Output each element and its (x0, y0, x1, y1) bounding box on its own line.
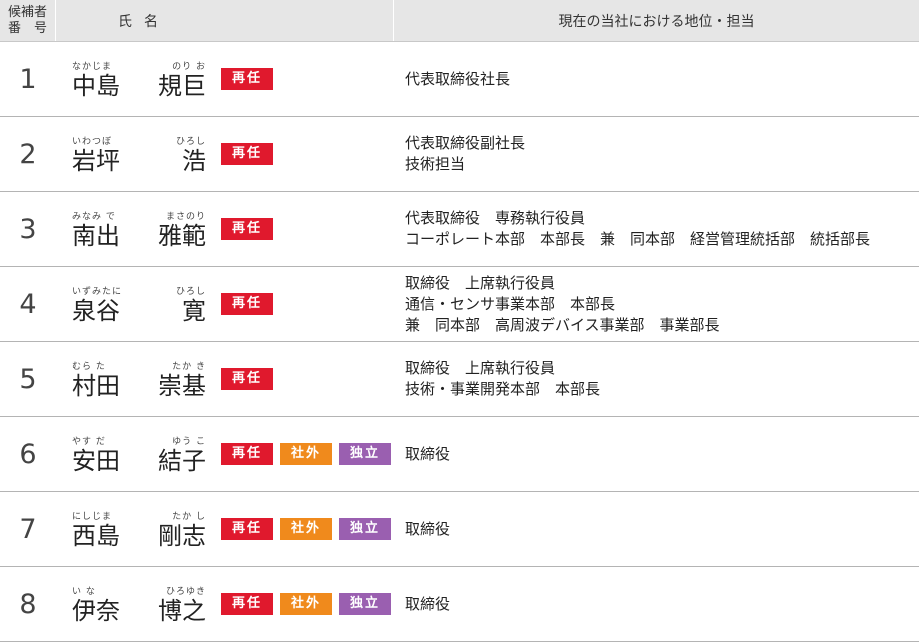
given-name: 寛 (182, 297, 206, 325)
candidate-rows: 1 なかじま 中島 のり お規巨 再任 代表取締役社長 2 いわつぼ 岩坪 ひろし浩再任 代表取締役… (0, 42, 919, 642)
table-row: 1 なかじま 中島 のり お規巨 再任 代表取締役社長 (0, 42, 919, 117)
surname: 村田 (72, 372, 120, 400)
given-name: 規巨 (158, 72, 206, 100)
badge-group: 再任 (221, 293, 273, 315)
current-position: 取締役 (405, 417, 450, 491)
header-number-line2: 番 号 (7, 20, 47, 36)
candidate-number: 2 (19, 138, 37, 170)
candidate-number: 6 (19, 438, 37, 470)
current-position: 取締役 (405, 492, 450, 566)
position-line: 通信・センサ事業本部 本部長 (405, 294, 616, 313)
table-header: 候補者 番 号 氏名 現在の当社における地位・担当 (0, 0, 919, 42)
given-name: 雅範 (158, 222, 206, 250)
outside-director-badge: 社外 (280, 593, 332, 615)
current-position: 取締役 上席執行役員通信・センサ事業本部 本部長兼 同本部 高周波デバイス事業部… (405, 267, 720, 341)
position-line: 技術・事業開発本部 本部長 (405, 380, 601, 398)
table-row: 2 いわつぼ 岩坪 ひろし浩再任 代表取締役副社長 技術担当 (0, 117, 919, 192)
surname: 安田 (72, 447, 120, 475)
reappointment-badge: 再任 (221, 293, 273, 315)
surname: 伊奈 (72, 597, 120, 625)
given-name: 崇基 (158, 372, 206, 400)
reappointment-badge: 再任 (221, 143, 273, 165)
candidate-number: 7 (19, 513, 37, 545)
badge-group: 再任 社外 独立 (221, 518, 391, 540)
surname: 西島 (72, 522, 120, 550)
position-line: 代表取締役副社長 (405, 134, 526, 152)
independent-badge: 独立 (339, 518, 391, 540)
candidate-number: 3 (19, 213, 37, 245)
position-line: 取締役 (405, 444, 451, 463)
position-line: 取締役 上席執行役員 (405, 273, 556, 292)
header-position: 現在の当社における地位・担当 (558, 13, 755, 30)
reappointment-badge: 再任 (221, 518, 273, 540)
badge-group: 再任 (221, 368, 273, 390)
candidate-number: 8 (19, 588, 37, 620)
current-position: 取締役 (405, 567, 450, 641)
candidate-number: 4 (19, 288, 37, 320)
badge-group: 再任 (221, 143, 273, 165)
badge-group: 再任 (221, 68, 273, 90)
given-name: 結子 (158, 447, 206, 475)
independent-badge: 独立 (339, 443, 391, 465)
position-line: 技術担当 (405, 155, 466, 173)
outside-director-badge: 社外 (280, 443, 332, 465)
current-position: 代表取締役 専務執行役員コーポレート本部 本部長 兼 同本部 経営管理統括部 統… (405, 192, 870, 266)
table-row: 5 むら た村田 たか き崇基 再任 取締役 上席執行役員 技術・事業開発本部 本部長 (0, 342, 919, 417)
surname: 岩坪 (72, 147, 120, 175)
badge-group: 再任 社外 独立 (221, 593, 391, 615)
surname: 中島 (72, 72, 120, 100)
header-name-label: 氏名 (118, 13, 170, 30)
table-row: 4 いずみたに 泉谷 ひろし寛再任 取締役 上席執行役員 通信・センサ事業本部 本部長兼 … (0, 267, 919, 342)
position-line: 代表取締役 専務執行役員 (405, 209, 586, 227)
header-name: 氏名 (56, 0, 394, 41)
current-position: 代表取締役社長 (405, 42, 510, 116)
reappointment-badge: 再任 (221, 443, 273, 465)
given-name: 博之 (158, 597, 206, 625)
given-name: 浩 (182, 147, 206, 175)
position-line: 兼 同本部 高周波デバイス事業部 事業部長 (405, 315, 720, 334)
position-line: 代表取締役社長 (405, 69, 511, 88)
header-candidate-number: 候補者 番 号 (0, 0, 56, 41)
table-row: 8い な伊奈 ひろゆき 博之 再任 社外 独立 取締役 (0, 567, 919, 642)
reappointment-badge: 再任 (221, 368, 273, 390)
candidate-number: 1 (19, 63, 37, 95)
candidate-number: 5 (19, 363, 37, 395)
surname: 泉谷 (72, 297, 120, 325)
independent-badge: 独立 (339, 593, 391, 615)
position-line: 取締役 (405, 594, 451, 613)
table-row: 6 やす だ安田 ゆう こ結子 再任 社外 独立 取締役 (0, 417, 919, 492)
position-line: コーポレート本部 本部長 兼 同本部 経営管理統括部 統括部長 (405, 230, 871, 248)
table-row: 3 みなみ で南出 まさのり 雅範 再任 代表取締役 専務執行役員 コーポレート本部 本部長… (0, 192, 919, 267)
reappointment-badge: 再任 (221, 593, 273, 615)
reappointment-badge: 再任 (221, 218, 273, 240)
outside-director-badge: 社外 (280, 518, 332, 540)
badge-group: 再任 社外 独立 (221, 443, 391, 465)
badge-group: 再任 (221, 218, 273, 240)
given-name: 剛志 (158, 522, 206, 550)
reappointment-badge: 再任 (221, 68, 273, 90)
surname: 南出 (72, 222, 120, 250)
current-position: 取締役 上席執行役員技術・事業開発本部 本部長 (405, 342, 600, 416)
current-position: 代表取締役副社長 技術担当 (405, 117, 525, 191)
header-number-line1: 候補者 (7, 4, 47, 20)
candidate-table: 候補者 番 号 氏名 現在の当社における地位・担当 1 なかじま 中島 のり お規巨再… (0, 0, 919, 642)
table-row: 7 にしじま 西島 たか し剛志 再任 社外 独立 取締役 (0, 492, 919, 567)
position-line: 取締役 上席執行役員 (405, 359, 556, 377)
position-line: 取締役 (405, 519, 451, 538)
